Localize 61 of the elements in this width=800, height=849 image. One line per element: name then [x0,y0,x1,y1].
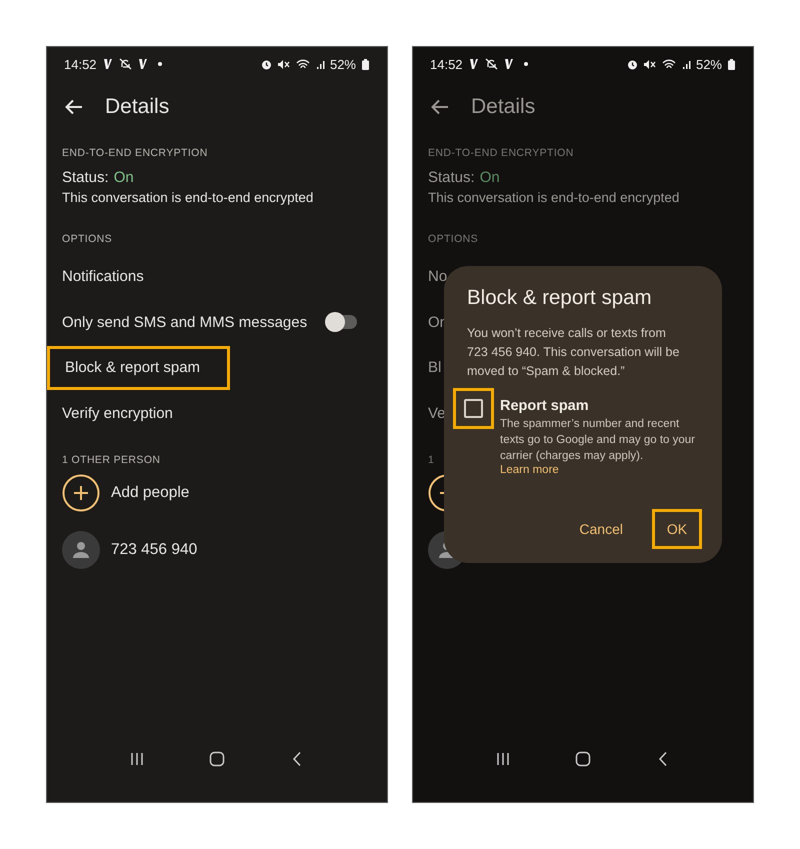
dialog-message: You won’t receive calls or texts from 723 456 940. This conversation will be moved to “Spam & blocked.” [467,325,680,380]
app-logo-icon [102,58,113,70]
cancel-button[interactable]: Cancel [564,510,638,548]
battery-icon [362,58,369,70]
option-item[interactable]: Notifications [62,268,144,286]
checkbox[interactable] [464,399,483,418]
status-time: 14:52 [64,56,97,72]
encryption-description: This conversation is end-to-end encrypted [428,190,680,205]
home-icon[interactable] [575,751,591,767]
learn-more-link[interactable]: Learn more [500,464,700,476]
alarm-icon [626,58,638,70]
dot-icon [158,62,162,66]
avatar-icon [62,531,100,569]
add-person-icon[interactable] [62,474,100,512]
option-item[interactable]: Verify encryption [62,404,173,422]
section-heading: OPTIONS [62,233,112,245]
section-heading: 1 [428,454,434,466]
ok-button[interactable]: OK [652,509,702,549]
status-label: Status: [428,169,475,186]
recents-icon[interactable] [495,751,511,767]
recents-icon[interactable] [129,751,145,767]
screen-title: Details [105,95,170,119]
section-heading: END-TO-END ENCRYPTION [62,147,208,159]
battery-icon [728,58,735,70]
mute-icon [644,58,656,70]
section-heading: 1 OTHER PERSON [62,454,160,466]
status-value: On [114,169,134,186]
mute-icon [278,58,290,70]
encryption-description: This conversation is end-to-end encrypted [62,190,314,205]
option-item[interactable]: Block & report spam [65,359,200,376]
screen-title: Details [471,95,536,119]
status-label: Status: [62,169,109,186]
wifi-icon [662,58,676,70]
section-heading: END-TO-END ENCRYPTION [428,147,574,159]
checkbox-label[interactable]: Report spam [500,398,700,414]
app-logo-icon [468,58,479,70]
status-time: 14:52 [430,56,463,72]
option-item[interactable]: Bl [428,359,442,376]
section-heading: OPTIONS [428,233,478,245]
notifications-off-icon [484,58,498,70]
app-logo-icon [138,58,148,70]
contact-number[interactable]: 723 456 940 [111,541,198,559]
option-item[interactable]: Ve [428,404,446,422]
home-icon[interactable] [209,751,225,767]
option-item[interactable]: No [428,268,448,286]
toggle-switch[interactable] [327,315,357,330]
battery-level: 52% [696,56,722,72]
notifications-off-icon [118,58,132,70]
checkbox-description: The spammer’s number and recent texts go to Google and may go to your carrier (charges may apply). [500,417,696,464]
wifi-icon [296,58,310,70]
option-item[interactable]: Only send SMS and MMS messages [62,314,308,331]
app-logo-icon [504,58,514,70]
alarm-icon [260,58,272,70]
add-people-label[interactable]: Add people [111,484,190,502]
back-arrow-icon[interactable] [431,99,449,115]
battery-level: 52% [330,56,356,72]
signal-icon [316,59,326,69]
signal-icon [682,59,692,69]
dot-icon [524,62,528,66]
status-value: On [480,169,500,186]
dialog-title: Block & report spam [467,286,653,310]
